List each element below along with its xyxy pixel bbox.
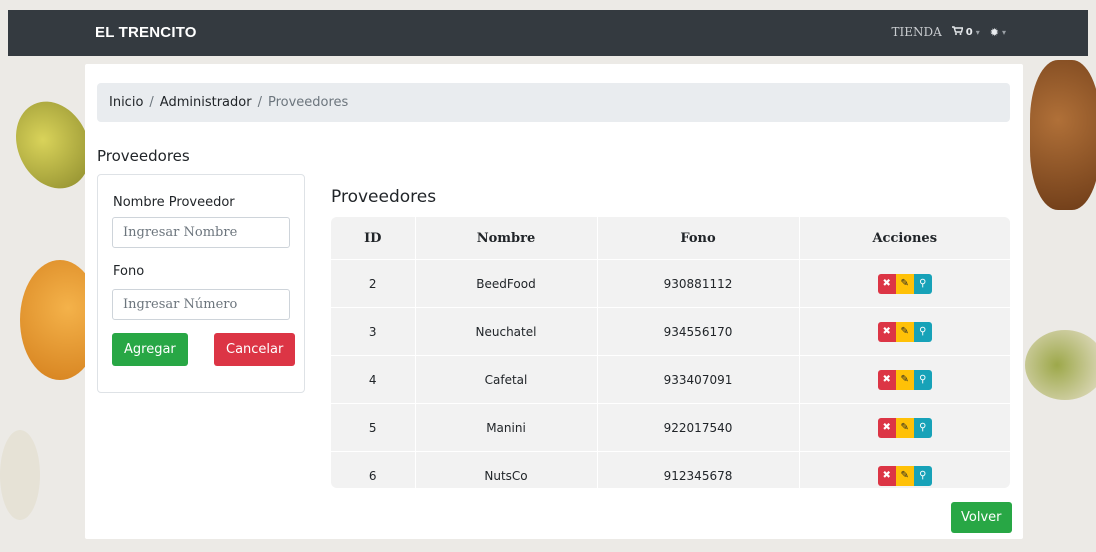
breadcrumb-item-inicio[interactable]: Inicio [109, 95, 143, 110]
action-button-group: ✖ ✎ ⚲ [877, 273, 932, 294]
settings-dropdown[interactable]: ✹ ▾ [990, 26, 1006, 39]
action-button-group: ✖ ✎ ⚲ [877, 417, 932, 438]
table-row: 2 BeedFood 930881112 ✖ ✎ ⚲ [331, 259, 1010, 308]
cell-acciones: ✖ ✎ ⚲ [799, 403, 1010, 452]
edit-icon[interactable]: ✎ [895, 273, 914, 294]
cell-nombre: NutsCo [415, 451, 598, 488]
edit-icon[interactable]: ✎ [895, 369, 914, 390]
walnut-decoration [1030, 60, 1096, 210]
cart-count: 0 [965, 26, 973, 38]
cell-fono: 933407091 [597, 355, 800, 404]
view-icon[interactable]: ⚲ [913, 273, 932, 294]
supplier-name-input[interactable] [112, 217, 290, 248]
cell-acciones: ✖ ✎ ⚲ [799, 452, 1010, 489]
shell-decoration [0, 430, 40, 520]
supplier-phone-input[interactable] [112, 289, 290, 320]
cell-acciones: ✖ ✎ ⚲ [799, 259, 1010, 308]
cell-acciones: ✖ ✎ ⚲ [799, 307, 1010, 356]
edit-icon[interactable]: ✎ [895, 465, 914, 486]
breadcrumb-item-administrador[interactable]: Administrador [160, 95, 252, 110]
main-card: Inicio / Administrador / Proveedores Pro… [85, 64, 1023, 539]
cell-nombre: Cafetal [415, 355, 598, 404]
cart-dropdown[interactable]: 0 ▾ [951, 26, 980, 38]
cell-id: 4 [331, 355, 416, 404]
table-title: Proveedores [331, 187, 437, 207]
nav-link-tienda[interactable]: TIENDA [891, 25, 941, 39]
cell-nombre: BeedFood [415, 259, 598, 308]
cart-icon [951, 26, 964, 38]
cancel-button[interactable]: Cancelar [214, 333, 296, 366]
view-icon[interactable]: ⚲ [913, 465, 932, 486]
table-row: 3 Neuchatel 934556170 ✖ ✎ ⚲ [331, 307, 1010, 356]
table-row: 4 Cafetal 933407091 ✖ ✎ ⚲ [331, 355, 1010, 404]
cell-nombre: Neuchatel [415, 307, 598, 356]
delete-icon[interactable]: ✖ [877, 321, 896, 342]
phone-label: Fono [113, 264, 145, 279]
cell-fono: 930881112 [597, 259, 800, 308]
header-id: ID [331, 217, 416, 260]
breadcrumb-separator: / [149, 95, 154, 110]
cell-fono: 934556170 [597, 307, 800, 356]
action-button-group: ✖ ✎ ⚲ [877, 465, 932, 486]
table-header-row: ID Nombre Fono Acciones [331, 217, 1010, 260]
add-supplier-form: Nombre Proveedor Fono Agregar Cancelar [97, 174, 305, 393]
brand-logo[interactable]: EL TRENCITO [95, 24, 197, 41]
cell-id: 5 [331, 403, 416, 452]
add-button[interactable]: Agregar [112, 333, 188, 366]
page-title: Proveedores [97, 147, 190, 165]
delete-icon[interactable]: ✖ [877, 273, 896, 294]
edit-icon[interactable]: ✎ [895, 321, 914, 342]
header-fono: Fono [597, 217, 800, 260]
cell-acciones: ✖ ✎ ⚲ [799, 355, 1010, 404]
delete-icon[interactable]: ✖ [877, 369, 896, 390]
edit-icon[interactable]: ✎ [895, 417, 914, 438]
header-nombre: Nombre [415, 217, 598, 260]
name-label: Nombre Proveedor [113, 195, 235, 210]
cell-nombre: Manini [415, 403, 598, 452]
top-navbar: EL TRENCITO TIENDA 0 ▾ ✹ ▾ [8, 10, 1088, 56]
cell-id: 3 [331, 307, 416, 356]
navbar-right-menu: TIENDA 0 ▾ ✹ ▾ [891, 25, 1006, 39]
table-row: 5 Manini 922017540 ✖ ✎ ⚲ [331, 403, 1010, 452]
pistachio-decoration [1025, 330, 1096, 400]
cell-fono: 922017540 [597, 403, 800, 452]
cell-id: 6 [331, 451, 416, 488]
delete-icon[interactable]: ✖ [877, 465, 896, 486]
breadcrumb: Inicio / Administrador / Proveedores [97, 83, 1010, 122]
view-icon[interactable]: ⚲ [913, 369, 932, 390]
breadcrumb-separator: / [257, 95, 262, 110]
cell-fono: 912345678 [597, 451, 800, 488]
caret-down-icon: ▾ [1001, 27, 1006, 37]
table-row: 6 NutsCo 912345678 ✖ ✎ ⚲ [331, 451, 1010, 489]
suppliers-table: ID Nombre Fono Acciones 2 BeedFood 9308811… [331, 217, 1010, 488]
caret-down-icon: ▾ [975, 27, 980, 37]
breadcrumb-item-proveedores: Proveedores [267, 95, 349, 110]
header-acciones: Acciones [799, 217, 1010, 260]
action-button-group: ✖ ✎ ⚲ [877, 369, 932, 390]
back-button[interactable]: Volver [951, 502, 1012, 533]
gear-icon: ✹ [989, 25, 999, 39]
view-icon[interactable]: ⚲ [913, 417, 932, 438]
action-button-group: ✖ ✎ ⚲ [877, 321, 932, 342]
view-icon[interactable]: ⚲ [913, 321, 932, 342]
delete-icon[interactable]: ✖ [877, 417, 896, 438]
cell-id: 2 [331, 259, 416, 308]
